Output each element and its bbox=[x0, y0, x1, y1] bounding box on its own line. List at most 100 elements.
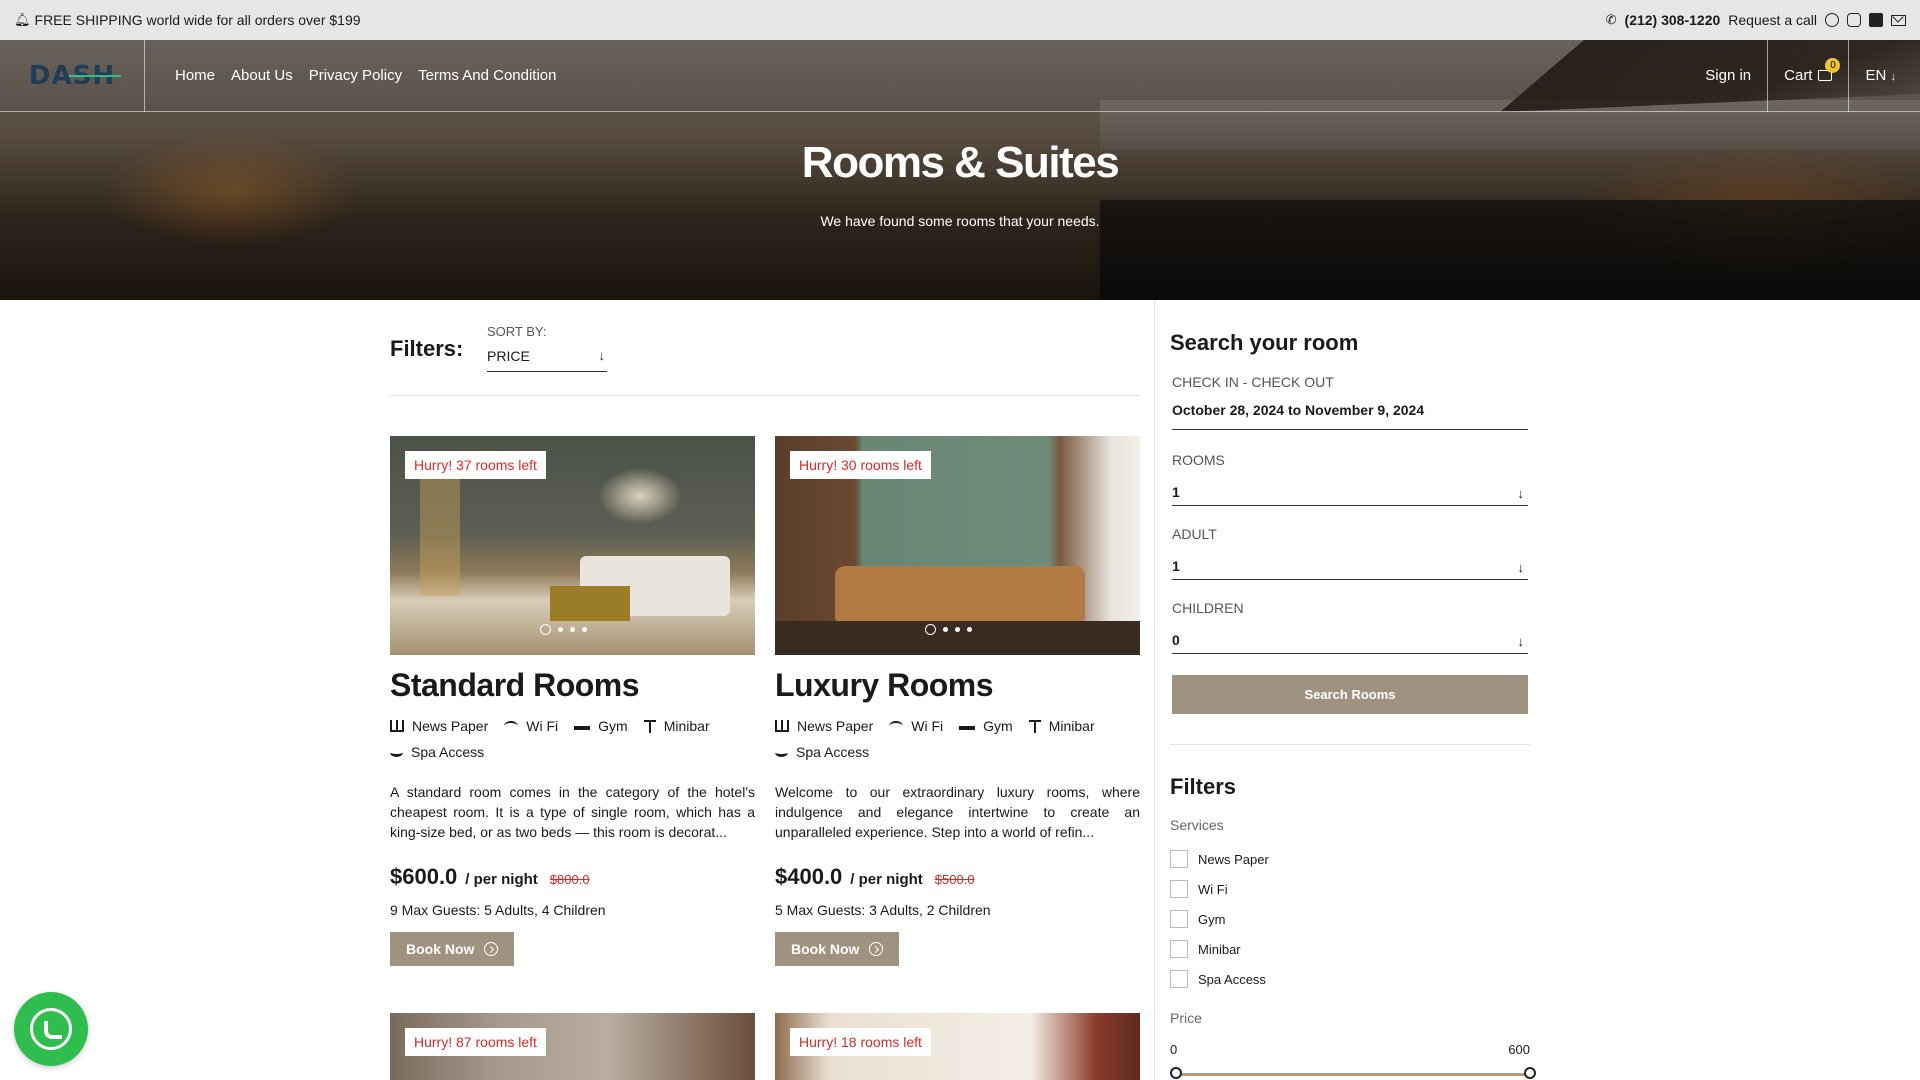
instagram-icon[interactable] bbox=[1847, 13, 1861, 27]
room-title[interactable]: Luxury Rooms bbox=[775, 667, 1140, 704]
book-now-button[interactable]: Book Now bbox=[775, 932, 900, 966]
shipping-text: FREE SHIPPING world wide for all orders … bbox=[34, 12, 361, 28]
nav-home[interactable]: Home bbox=[175, 67, 215, 84]
service-checkbox-minibar[interactable]: Minibar bbox=[1170, 940, 1241, 958]
content-divider bbox=[1154, 300, 1155, 1080]
search-rooms-button[interactable]: Search Rooms bbox=[1172, 675, 1528, 714]
book-now-button[interactable]: Book Now bbox=[390, 932, 515, 966]
guest-capacity: 5 Max Guests: 3 Adults, 2 Children bbox=[775, 902, 991, 918]
chevron-down-icon: ↓ bbox=[1517, 560, 1525, 575]
service-label: News Paper bbox=[1198, 851, 1269, 867]
price-min: 0 bbox=[1170, 1042, 1178, 1057]
carousel-dots[interactable] bbox=[540, 624, 587, 635]
checkbox[interactable] bbox=[1170, 880, 1188, 898]
room-image[interactable]: Hurry! 30 rooms left bbox=[775, 436, 1140, 655]
logo-mark: DASH bbox=[29, 61, 122, 91]
availability-badge: Hurry! 18 rooms left bbox=[790, 1028, 931, 1056]
rooms-value: 1 bbox=[1172, 484, 1180, 500]
chevron-down-icon: ↓ bbox=[1890, 71, 1897, 83]
guest-capacity: 9 Max Guests: 5 Adults, 4 Children bbox=[390, 902, 606, 918]
amenity-item: Spa Access bbox=[390, 744, 484, 760]
room-description: A standard room comes in the category of… bbox=[390, 784, 755, 840]
rooms-select[interactable]: 1 ↓ bbox=[1172, 480, 1528, 506]
page-title: Rooms & Suites bbox=[801, 138, 1120, 187]
checkbox[interactable] bbox=[1170, 940, 1188, 958]
checkbox[interactable] bbox=[1170, 970, 1188, 988]
service-checkbox-spa[interactable]: Spa Access bbox=[1170, 970, 1266, 988]
sort-value: PRICE bbox=[487, 348, 530, 364]
amenity-item: Gym bbox=[959, 718, 1013, 734]
checkbox[interactable] bbox=[1170, 910, 1188, 928]
room-price: $400.0 bbox=[775, 864, 843, 889]
price-label: Price bbox=[1170, 1010, 1202, 1026]
wifi-icon bbox=[889, 721, 904, 731]
twitter-icon[interactable] bbox=[1869, 13, 1883, 27]
logo[interactable]: DASH bbox=[0, 39, 145, 112]
request-call-link[interactable]: Request a call bbox=[1728, 12, 1817, 28]
room-title[interactable]: Standard Rooms bbox=[390, 667, 755, 704]
chevron-down-icon: ↓ bbox=[1517, 486, 1525, 501]
whatsapp-icon[interactable] bbox=[1825, 13, 1839, 27]
price-row: $400.0 / per night $500.0 bbox=[775, 864, 1140, 890]
mail-icon[interactable] bbox=[1891, 14, 1906, 26]
filters-bar: Filters: SORT BY: PRICE ↓ bbox=[390, 318, 1140, 396]
date-range-value: October 28, 2024 to November 9, 2024 bbox=[1172, 402, 1425, 418]
room-image[interactable]: Hurry! 18 rooms left bbox=[775, 1013, 1140, 1080]
phone-number[interactable]: (212) 308-1220 bbox=[1625, 12, 1721, 28]
language-value: EN bbox=[1865, 67, 1887, 84]
amenity-label: Minibar bbox=[663, 718, 710, 734]
checkbox[interactable] bbox=[1170, 850, 1188, 868]
nav-about-us[interactable]: About Us bbox=[231, 67, 293, 84]
price-row: $600.0 / per night $800.0 bbox=[390, 864, 755, 890]
amenity-label: Wi Fi bbox=[911, 718, 944, 734]
cocktail-icon bbox=[1028, 720, 1041, 733]
dumbbell-icon bbox=[574, 726, 591, 730]
filters-label: Filters: bbox=[390, 336, 464, 361]
service-checkbox-newspaper[interactable]: News Paper bbox=[1170, 850, 1269, 868]
sign-in-link[interactable]: Sign in bbox=[1689, 40, 1767, 112]
room-card: Hurry! 18 rooms left bbox=[775, 1013, 1140, 1080]
adult-select[interactable]: 1 ↓ bbox=[1172, 554, 1528, 580]
rooms-label: ROOMS bbox=[1172, 452, 1225, 468]
phone-icon: ✆ bbox=[1605, 12, 1617, 27]
whatsapp-chat-button[interactable] bbox=[14, 992, 88, 1066]
adult-value: 1 bbox=[1172, 558, 1180, 574]
date-range-field[interactable]: October 28, 2024 to November 9, 2024 bbox=[1172, 398, 1528, 430]
services-label: Services bbox=[1170, 817, 1224, 833]
availability-badge: Hurry! 30 rooms left bbox=[790, 451, 931, 479]
dumbbell-icon bbox=[959, 726, 976, 730]
book-now-label: Book Now bbox=[406, 941, 475, 957]
room-image[interactable]: Hurry! 37 rooms left bbox=[390, 436, 755, 655]
language-selector[interactable]: EN ↓ bbox=[1849, 67, 1920, 84]
price-min-handle[interactable] bbox=[1170, 1067, 1182, 1079]
service-label: Spa Access bbox=[1198, 971, 1266, 987]
contact-area: ✆ (212) 308-1220 Request a call bbox=[1606, 12, 1906, 28]
whatsapp-icon bbox=[30, 1008, 72, 1050]
room-price: $600.0 bbox=[390, 864, 458, 889]
amenity-item: Spa Access bbox=[775, 744, 869, 760]
service-label: Wi Fi bbox=[1198, 881, 1228, 897]
nav-privacy-policy[interactable]: Privacy Policy bbox=[309, 67, 402, 84]
amenity-label: News Paper bbox=[797, 718, 874, 734]
children-select[interactable]: 0 ↓ bbox=[1172, 628, 1528, 654]
bell-icon: 🔔︎ bbox=[14, 12, 31, 27]
service-checkbox-gym[interactable]: Gym bbox=[1170, 910, 1225, 928]
amenity-item: Minibar bbox=[1028, 718, 1095, 734]
carousel-dots[interactable] bbox=[925, 624, 972, 635]
amenity-item: Gym bbox=[574, 718, 628, 734]
room-card: Hurry! 37 rooms left Standard Rooms News… bbox=[390, 436, 755, 966]
cocktail-icon bbox=[643, 720, 656, 733]
price-max: 600 bbox=[1508, 1042, 1530, 1057]
sort-select[interactable]: PRICE ↓ bbox=[487, 346, 607, 372]
availability-badge: Hurry! 37 rooms left bbox=[405, 451, 546, 479]
room-image[interactable]: Hurry! 87 rooms left bbox=[390, 1013, 755, 1080]
amenity-label: News Paper bbox=[412, 718, 489, 734]
cart-button[interactable]: Cart 0 bbox=[1767, 39, 1850, 112]
price-range-track[interactable] bbox=[1175, 1073, 1535, 1076]
price-max-handle[interactable] bbox=[1524, 1067, 1536, 1079]
service-checkbox-wifi[interactable]: Wi Fi bbox=[1170, 880, 1228, 898]
amenities-list: News Paper Wi Fi Gym Minibar Spa Access bbox=[390, 718, 755, 760]
nav-terms[interactable]: Terms And Condition bbox=[418, 67, 556, 84]
book-now-label: Book Now bbox=[791, 941, 860, 957]
cart-count-badge: 0 bbox=[1825, 57, 1841, 73]
